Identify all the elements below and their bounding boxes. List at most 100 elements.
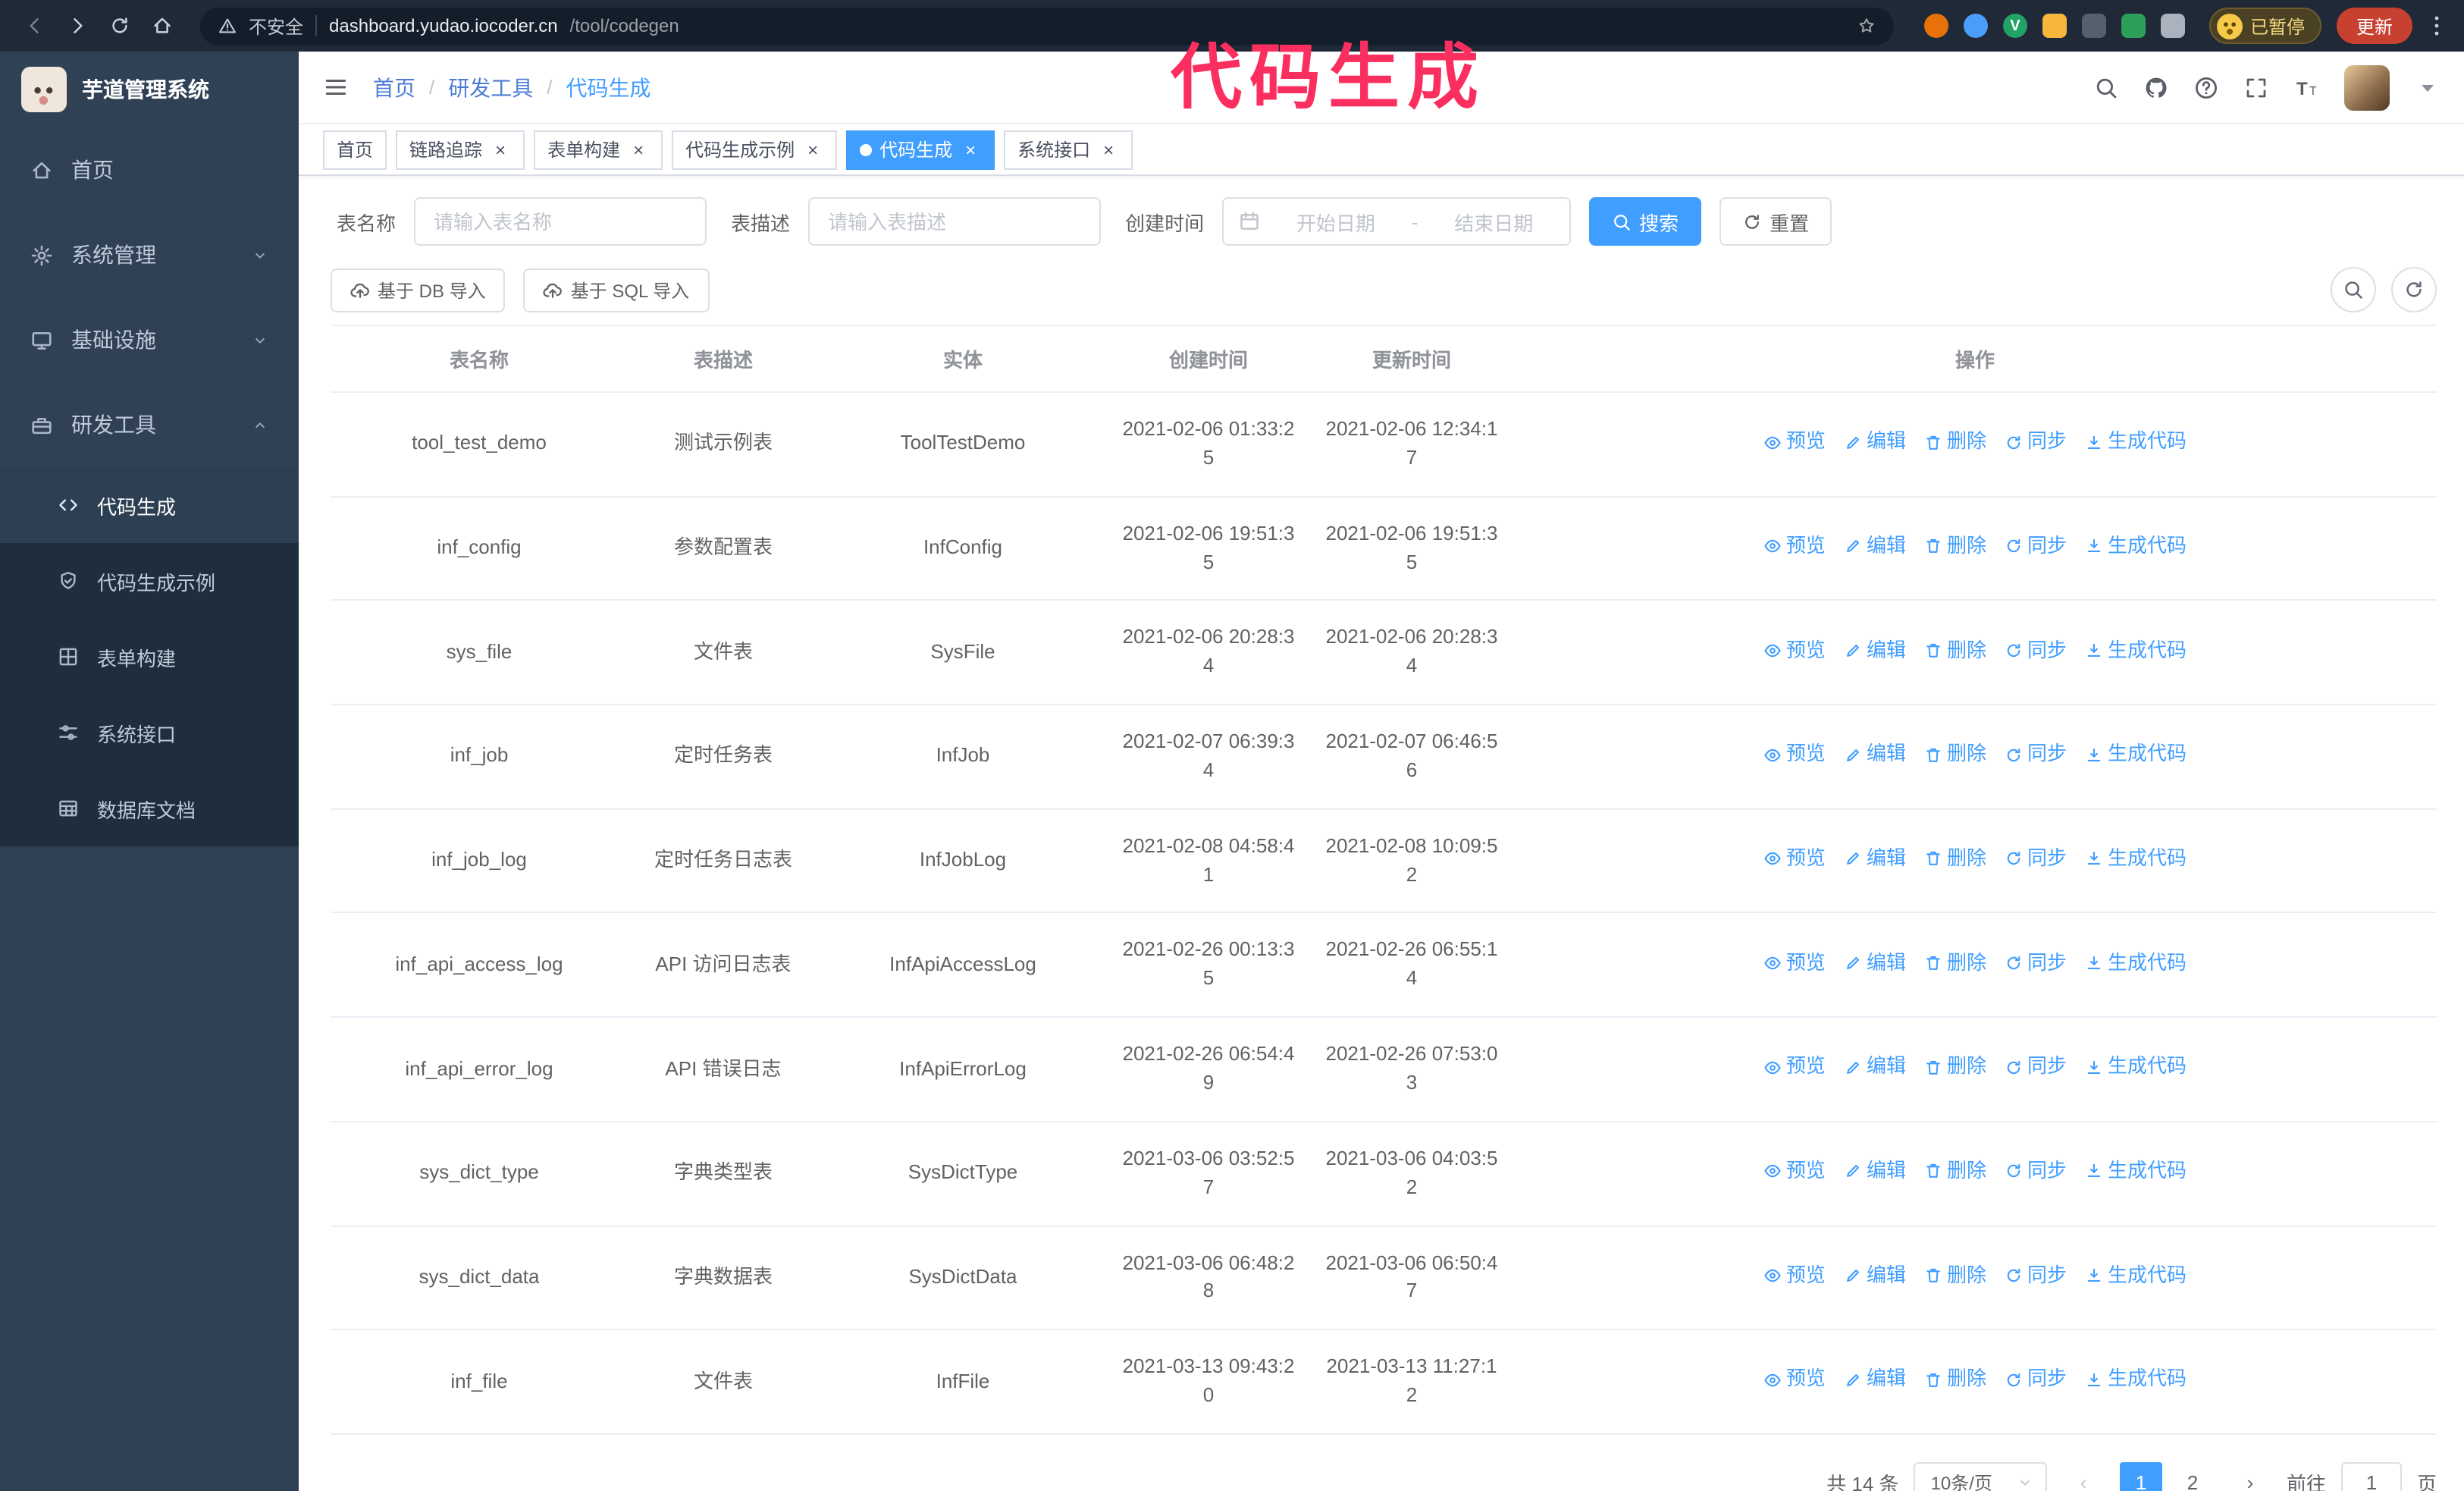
goto-page-input[interactable] <box>2340 1461 2402 1491</box>
action-sync[interactable]: 同步 <box>2005 741 2067 770</box>
close-icon[interactable]: × <box>960 139 981 160</box>
tab-codegen-example[interactable]: 代码生成示例 × <box>672 130 838 169</box>
tab-form-builder[interactable]: 表单构建 × <box>534 130 663 169</box>
chevron-down-icon[interactable] <box>2415 75 2440 99</box>
page-button-2[interactable]: 2 <box>2171 1462 2214 1491</box>
screen-extension-icon[interactable] <box>2081 14 2106 38</box>
action-generate-code[interactable]: 生成代码 <box>2085 1261 2187 1290</box>
action-edit[interactable]: 编辑 <box>1844 532 1906 561</box>
import-sql-button[interactable]: 基于 SQL 导入 <box>523 268 710 312</box>
action-delete[interactable]: 删除 <box>1924 949 1986 978</box>
action-generate-code[interactable]: 生成代码 <box>2085 741 2187 770</box>
action-generate-code[interactable]: 生成代码 <box>2085 532 2187 561</box>
tab-codegen[interactable]: 代码生成 × <box>846 130 995 169</box>
fullscreen-icon[interactable] <box>2244 75 2268 99</box>
action-edit[interactable]: 编辑 <box>1844 1366 1906 1395</box>
action-edit[interactable]: 编辑 <box>1844 949 1906 978</box>
action-preview[interactable]: 预览 <box>1763 636 1826 665</box>
action-preview[interactable]: 预览 <box>1763 845 1826 874</box>
page-button-1[interactable]: 1 <box>2119 1461 2162 1491</box>
sidebar-item-system[interactable]: 系统管理 <box>0 212 299 297</box>
sidebar-subitem-system-api[interactable]: 系统接口 <box>0 695 299 771</box>
reset-button[interactable]: 重置 <box>1719 197 1832 246</box>
close-icon[interactable]: × <box>1098 139 1119 160</box>
action-preview[interactable]: 预览 <box>1763 1157 1826 1186</box>
sidebar-subitem-db-doc[interactable]: 数据库文档 <box>0 771 299 846</box>
action-generate-code[interactable]: 生成代码 <box>2085 428 2187 457</box>
bookmark-star-icon[interactable] <box>1857 17 1876 35</box>
sidebar-item-devtools[interactable]: 研发工具 <box>0 382 299 467</box>
action-sync[interactable]: 同步 <box>2005 428 2067 457</box>
action-delete[interactable]: 删除 <box>1924 1157 1986 1186</box>
action-generate-code[interactable]: 生成代码 <box>2085 1053 2187 1082</box>
v-extension-icon[interactable]: V <box>2002 14 2027 38</box>
help-icon[interactable] <box>2194 75 2218 99</box>
action-generate-code[interactable]: 生成代码 <box>2085 1366 2187 1395</box>
font-size-icon[interactable]: TT <box>2294 75 2318 99</box>
sidebar-subitem-form-builder[interactable]: 表单构建 <box>0 619 299 695</box>
home-icon[interactable] <box>143 6 182 46</box>
leaf-extension-icon[interactable] <box>2121 14 2146 38</box>
table-name-input[interactable] <box>414 197 707 246</box>
breadcrumb-item[interactable]: 首页 <box>373 72 415 102</box>
action-edit[interactable]: 编辑 <box>1844 845 1906 874</box>
action-sync[interactable]: 同步 <box>2005 1261 2067 1290</box>
action-delete[interactable]: 删除 <box>1924 741 1986 770</box>
search-button[interactable]: 搜索 <box>1589 197 1702 246</box>
action-sync[interactable]: 同步 <box>2005 636 2067 665</box>
forward-icon[interactable] <box>58 6 97 46</box>
action-edit[interactable]: 编辑 <box>1844 1157 1906 1186</box>
import-db-button[interactable]: 基于 DB 导入 <box>331 268 506 312</box>
action-sync[interactable]: 同步 <box>2005 949 2067 978</box>
action-edit[interactable]: 编辑 <box>1844 636 1906 665</box>
sidebar-item-home[interactable]: 首页 <box>0 127 299 212</box>
action-delete[interactable]: 删除 <box>1924 845 1986 874</box>
fox-extension-icon[interactable] <box>1923 14 1948 38</box>
profile-paused-badge[interactable]: 已暂停 <box>2209 8 2321 44</box>
action-preview[interactable]: 预览 <box>1763 741 1826 770</box>
table-desc-input[interactable] <box>808 197 1102 246</box>
action-generate-code[interactable]: 生成代码 <box>2085 1157 2187 1186</box>
back-icon[interactable] <box>15 6 55 46</box>
action-sync[interactable]: 同步 <box>2005 532 2067 561</box>
action-delete[interactable]: 删除 <box>1924 636 1986 665</box>
breadcrumb-item[interactable]: 研发工具 <box>448 72 533 102</box>
close-icon[interactable]: × <box>490 139 511 160</box>
action-edit[interactable]: 编辑 <box>1844 428 1906 457</box>
search-icon[interactable] <box>2094 75 2118 99</box>
hamburger-icon[interactable] <box>323 74 349 100</box>
action-preview[interactable]: 预览 <box>1763 1053 1826 1082</box>
page-size-select[interactable]: 10条/页 <box>1914 1461 2047 1491</box>
breadcrumb-item[interactable]: 代码生成 <box>566 72 651 102</box>
user-avatar[interactable] <box>2344 64 2390 110</box>
close-icon[interactable]: × <box>802 139 823 160</box>
action-sync[interactable]: 同步 <box>2005 845 2067 874</box>
toggle-search-button[interactable] <box>2331 267 2376 312</box>
action-sync[interactable]: 同步 <box>2005 1053 2067 1082</box>
action-generate-code[interactable]: 生成代码 <box>2085 949 2187 978</box>
action-generate-code[interactable]: 生成代码 <box>2085 845 2187 874</box>
next-page-button[interactable]: › <box>2229 1462 2271 1491</box>
action-preview[interactable]: 预览 <box>1763 428 1826 457</box>
tab-system-api[interactable]: 系统接口 × <box>1004 130 1133 169</box>
action-preview[interactable]: 预览 <box>1763 532 1826 561</box>
date-range-picker[interactable]: 开始日期 - 结束日期 <box>1222 197 1572 246</box>
action-sync[interactable]: 同步 <box>2005 1366 2067 1395</box>
action-edit[interactable]: 编辑 <box>1844 1261 1906 1290</box>
tab-home[interactable]: 首页 <box>323 130 387 169</box>
action-delete[interactable]: 删除 <box>1924 1261 1986 1290</box>
kebab-menu-icon[interactable] <box>2425 14 2449 38</box>
sidebar-subitem-codegen-example[interactable]: 代码生成示例 <box>0 543 299 619</box>
action-delete[interactable]: 删除 <box>1924 1366 1986 1395</box>
puzzle-extension-icon[interactable] <box>2160 14 2185 38</box>
action-sync[interactable]: 同步 <box>2005 1157 2067 1186</box>
prev-page-button[interactable]: ‹ <box>2062 1462 2105 1491</box>
action-preview[interactable]: 预览 <box>1763 1366 1826 1395</box>
action-edit[interactable]: 编辑 <box>1844 741 1906 770</box>
action-preview[interactable]: 预览 <box>1763 1261 1826 1290</box>
chrome-update-button[interactable]: 更新 <box>2336 8 2412 44</box>
close-icon[interactable]: × <box>628 139 649 160</box>
action-delete[interactable]: 删除 <box>1924 532 1986 561</box>
tab-trace[interactable]: 链路追踪 × <box>396 130 525 169</box>
action-generate-code[interactable]: 生成代码 <box>2085 636 2187 665</box>
